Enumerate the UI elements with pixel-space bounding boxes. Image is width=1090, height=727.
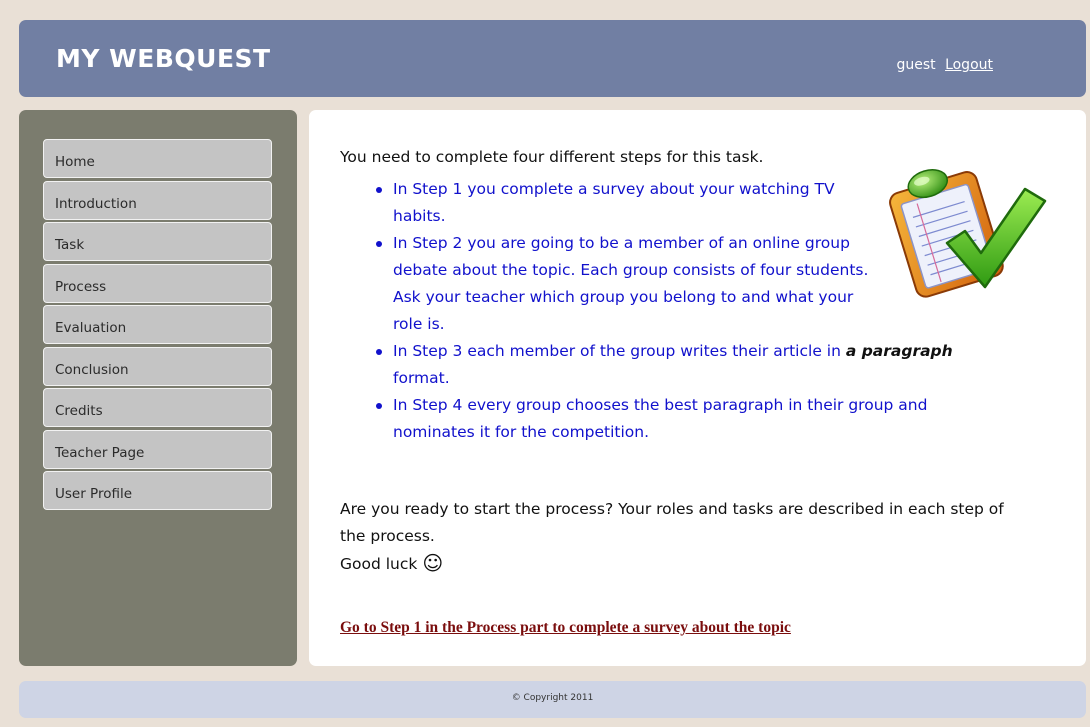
copyright-text: © Copyright 2011 — [511, 693, 594, 703]
step-emphasis: a paragraph — [845, 342, 953, 360]
footer: © Copyright 2011 — [19, 681, 1086, 718]
sidebar-nav: Home Introduction Task Process Evaluatio… — [43, 139, 272, 513]
step-text: In Step 4 every group chooses the best p… — [393, 396, 928, 441]
good-luck-text: Good luck — [340, 555, 418, 573]
sidebar-item-home[interactable]: Home — [43, 139, 272, 178]
user-box: guest Logout — [896, 57, 993, 73]
sidebar-item-task[interactable]: Task — [43, 222, 272, 261]
sidebar-item-evaluation[interactable]: Evaluation — [43, 305, 272, 344]
step-item: In Step 4 every group chooses the best p… — [372, 392, 993, 446]
step-item: In Step 2 you are going to be a member o… — [372, 230, 873, 338]
ready-text: Are you ready to start the process? Your… — [340, 496, 1030, 578]
smiley-icon: ☺ — [422, 551, 444, 575]
main-content: You need to complete four different step… — [309, 110, 1086, 666]
clipboard-checkmark-icon — [885, 155, 1055, 319]
sidebar-item-process[interactable]: Process — [43, 263, 272, 303]
header-bar: MY WEBQUEST guest Logout — [19, 20, 1086, 97]
step-item: In Step 1 you complete a survey about yo… — [372, 176, 859, 230]
step-text: In Step 2 you are going to be a member o… — [393, 234, 869, 333]
logout-link[interactable]: Logout — [945, 57, 993, 73]
sidebar-item-teacher-page[interactable]: Teacher Page — [43, 429, 272, 469]
ready-paragraph: Are you ready to start the process? Your… — [340, 500, 1004, 545]
sidebar-item-credits[interactable]: Credits — [43, 388, 272, 427]
username: guest — [896, 57, 936, 73]
intro-text: You need to complete four different step… — [340, 148, 764, 166]
step-text: In Step 3 each member of the group write… — [393, 342, 846, 360]
step-text: In Step 1 you complete a survey about yo… — [393, 180, 835, 225]
site-title: MY WEBQUEST — [56, 44, 271, 73]
sidebar: Home Introduction Task Process Evaluatio… — [19, 110, 297, 666]
sidebar-item-conclusion[interactable]: Conclusion — [43, 346, 272, 386]
step-item: In Step 3 each member of the group write… — [372, 338, 1013, 392]
sidebar-item-user-profile[interactable]: User Profile — [43, 471, 272, 510]
sidebar-item-introduction[interactable]: Introduction — [43, 180, 272, 220]
step-text-after: format. — [393, 369, 450, 387]
step1-process-link[interactable]: Go to Step 1 in the Process part to comp… — [340, 619, 791, 637]
